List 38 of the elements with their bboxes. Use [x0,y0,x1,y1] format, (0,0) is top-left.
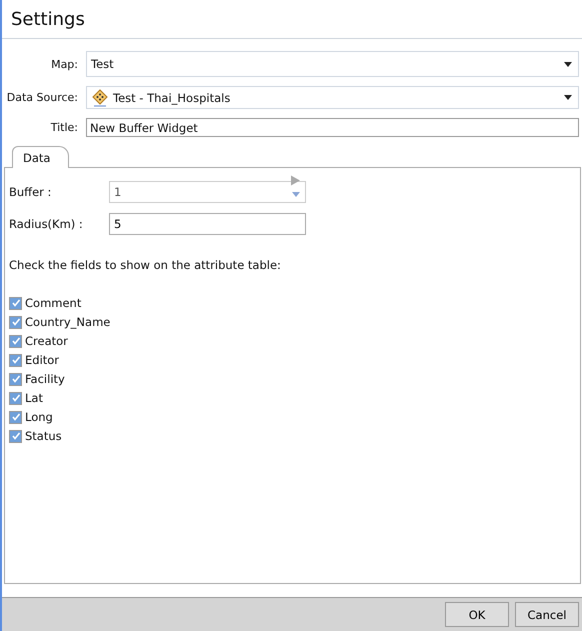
field-label: Buffer : [9,185,52,199]
field-label: Title: [50,121,79,134]
checkbox[interactable] [9,410,22,424]
diamond-icon [91,88,109,106]
checkbox[interactable] [9,296,22,310]
caret-icon [564,95,572,100]
checkbox-label: Long [25,410,53,424]
checkbox[interactable] [9,354,22,366]
instruction-text: Check the fields to show on the attribute table: [9,258,282,272]
checkbox[interactable] [9,430,22,442]
play-icon [290,175,300,186]
checkbox-label: Creator [25,334,68,348]
checkbox-label: Country_Name [25,315,110,329]
spinner-field[interactable]: 1 [109,181,306,203]
dropdown-value: Test [91,57,115,71]
checkbox-label: Comment [25,296,82,310]
input-field[interactable]: New Buffer Widget [86,118,579,137]
dropdown-value: Test - Thai_Hospitals [113,90,232,104]
dropdown[interactable]: Test - Thai_Hospitals [86,86,579,109]
dialog-button[interactable]: OK [445,602,509,627]
checkbox[interactable] [9,334,22,348]
caret-icon [292,192,300,197]
tab[interactable]: Data [12,146,70,168]
caret-icon [564,62,572,66]
input-field[interactable]: 5 [109,213,306,235]
checkbox-label: Lat [25,391,43,405]
checkbox-label: Facility [25,372,65,386]
dropdown[interactable]: Test [86,51,579,77]
checkbox-label: Editor [25,353,60,367]
window-title: Settings [11,8,85,30]
field-label: Data Source: [6,91,79,104]
dialog-button[interactable]: Cancel [515,602,579,627]
checkbox[interactable] [9,316,22,328]
field-label: Map: [50,58,79,70]
checkbox[interactable] [9,372,22,386]
field-label: Radius(Km) : [9,217,84,231]
checkbox[interactable] [9,392,22,404]
checkbox-label: Status [25,429,62,443]
